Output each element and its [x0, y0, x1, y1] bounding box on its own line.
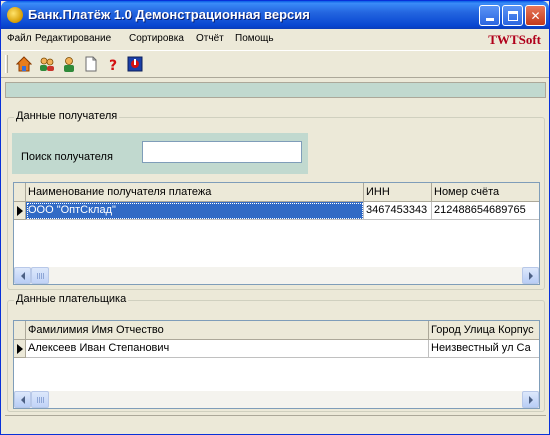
exit-icon — [127, 56, 143, 72]
scroll-left-icon — [20, 395, 25, 404]
column-header-fio[interactable]: Фамилимия Имя Отчество — [26, 321, 429, 340]
document-icon — [85, 56, 97, 72]
app-coin-icon — [7, 7, 23, 23]
help-button[interactable]: ? — [104, 55, 122, 73]
payer-horizontal-scrollbar[interactable] — [14, 391, 539, 408]
help-icon: ? — [109, 58, 117, 72]
app-window: Банк.Платёж 1.0 Демонстрационная версия … — [0, 0, 550, 435]
info-strip — [5, 82, 546, 98]
header-corner — [14, 183, 26, 202]
recipient-search-panel: Поиск получателя — [12, 133, 308, 174]
user-icon — [64, 57, 74, 72]
status-bar — [5, 415, 546, 429]
scroll-right-button[interactable] — [522, 391, 539, 408]
thumb-grip-icon — [37, 397, 45, 403]
toolbar-grip[interactable] — [5, 55, 8, 73]
scroll-left-icon — [20, 271, 25, 280]
recipient-grid-header: Наименование получателя платежа ИНН Номе… — [14, 183, 539, 202]
row-indicator — [14, 340, 26, 358]
menu-bar: Файл Редактирование Сортировка Отчёт Пом… — [1, 29, 549, 49]
window-title: Банк.Платёж 1.0 Демонстрационная версия — [28, 7, 310, 22]
column-header-name[interactable]: Наименование получателя платежа — [26, 183, 364, 202]
new-document-button[interactable] — [82, 55, 100, 73]
table-row[interactable]: ООО "ОптСклад" 3467453343 21248865468976… — [14, 202, 539, 220]
toolbar: ? — [1, 50, 549, 78]
thumb-grip-icon — [37, 273, 45, 279]
svg-text:?: ? — [109, 58, 117, 72]
users-icon — [40, 57, 54, 71]
exit-button[interactable] — [126, 55, 144, 73]
scroll-left-button[interactable] — [14, 267, 31, 284]
title-bar[interactable]: Банк.Платёж 1.0 Демонстрационная версия … — [1, 1, 549, 29]
users-button[interactable] — [38, 55, 56, 73]
column-header-account[interactable]: Номер счёта — [432, 183, 539, 202]
minimize-icon — [485, 18, 494, 21]
menu-edit[interactable]: Редактирование — [35, 33, 111, 44]
row-indicator — [14, 202, 26, 220]
menu-sort[interactable]: Сортировка — [129, 33, 184, 44]
recipient-account-cell[interactable]: 212488654689765 — [432, 202, 539, 220]
column-header-inn[interactable]: ИНН — [364, 183, 432, 202]
column-header-address[interactable]: Город Улица Корпус — [429, 321, 539, 340]
scroll-thumb[interactable] — [31, 267, 49, 284]
recipient-search-input[interactable] — [142, 141, 302, 163]
payer-grid-header: Фамилимия Имя Отчество Город Улица Корпу… — [14, 321, 539, 340]
current-row-arrow-icon — [17, 344, 23, 354]
recipient-horizontal-scrollbar[interactable] — [14, 267, 539, 284]
home-icon — [16, 56, 32, 72]
payer-group-title: Данные плательщика — [14, 293, 129, 305]
scroll-left-button[interactable] — [14, 391, 31, 408]
menu-help[interactable]: Помощь — [235, 33, 274, 44]
recipient-group: Данные получателя Поиск получателя Наиме… — [7, 110, 545, 290]
current-row-arrow-icon — [17, 206, 23, 216]
maximize-button[interactable] — [502, 5, 523, 26]
home-button[interactable] — [15, 55, 33, 73]
payer-group: Данные плательщика Фамилимия Имя Отчеств… — [7, 293, 545, 412]
close-button[interactable]: ✕ — [525, 5, 546, 26]
menu-report[interactable]: Отчёт — [196, 33, 224, 44]
scroll-right-button[interactable] — [522, 267, 539, 284]
recipient-inn-cell[interactable]: 3467453343 — [364, 202, 432, 220]
recipient-group-title: Данные получателя — [14, 110, 120, 122]
close-icon: ✕ — [530, 8, 541, 23]
payer-grid: Фамилимия Имя Отчество Город Улица Корпу… — [13, 320, 540, 409]
menu-file[interactable]: Файл — [7, 33, 32, 44]
scroll-right-icon — [528, 395, 533, 404]
payer-fio-cell[interactable]: Алексеев Иван Степанович — [26, 340, 429, 358]
header-corner — [14, 321, 26, 340]
recipient-grid: Наименование получателя платежа ИНН Номе… — [13, 182, 540, 285]
user-button[interactable] — [60, 55, 78, 73]
brand-logo: TWTSoft — [488, 32, 541, 47]
recipient-name-cell[interactable]: ООО "ОптСклад" — [26, 202, 364, 220]
scroll-right-icon — [528, 271, 533, 280]
maximize-icon — [507, 10, 518, 21]
payer-address-cell[interactable]: Неизвестный ул Са — [429, 340, 539, 358]
table-row[interactable]: Алексеев Иван Степанович Неизвестный ул … — [14, 340, 539, 358]
scroll-thumb[interactable] — [31, 391, 49, 408]
recipient-search-label: Поиск получателя — [21, 151, 113, 163]
minimize-button[interactable] — [479, 5, 500, 26]
